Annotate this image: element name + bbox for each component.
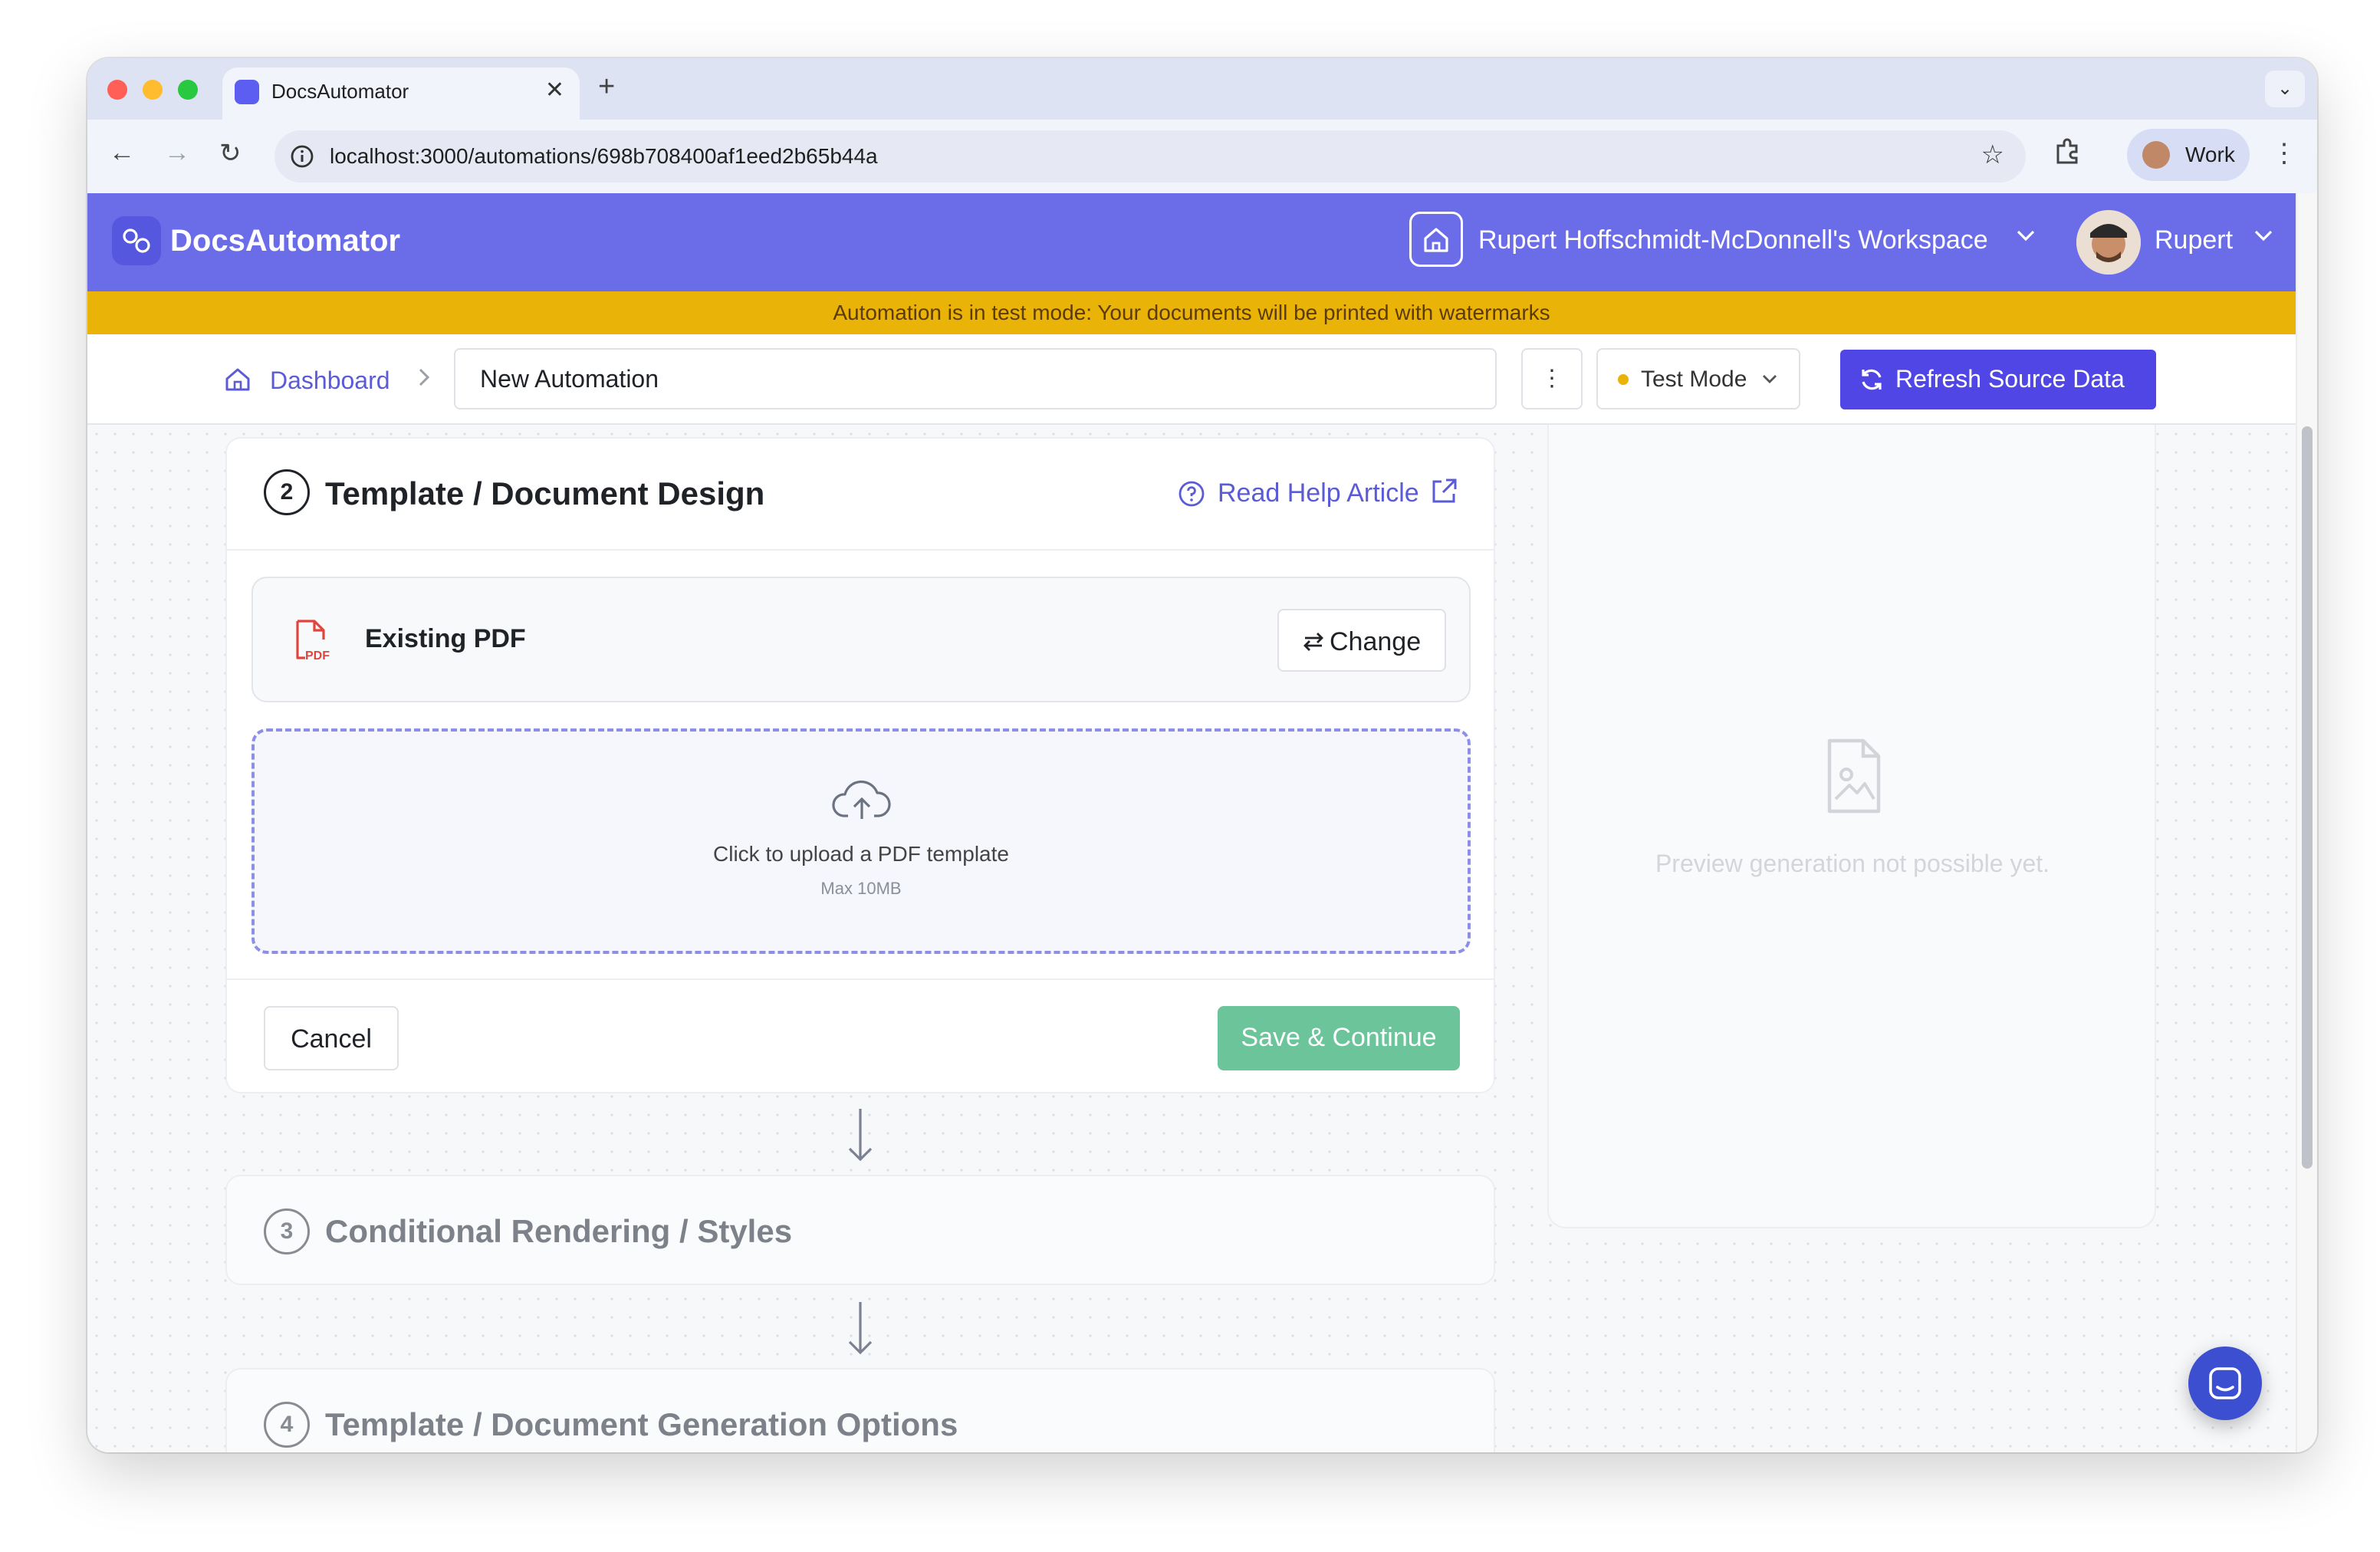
browser-tab[interactable]: DocsAutomator ✕ xyxy=(222,67,580,120)
save-label: Save & Continue xyxy=(1241,1023,1437,1052)
tab-search-icon[interactable]: ⌄ xyxy=(2265,71,2305,107)
chevron-right-icon xyxy=(419,368,430,386)
minimize-window-button[interactable] xyxy=(143,80,163,100)
step-card-conditional-rendering[interactable]: 3 Conditional Rendering / Styles xyxy=(225,1175,1495,1285)
back-icon[interactable]: ← xyxy=(109,138,135,168)
status-dot xyxy=(1618,374,1629,385)
url-text: localhost:3000/automations/698b708400af1… xyxy=(330,144,878,168)
refresh-label: Refresh Source Data xyxy=(1895,365,2125,393)
read-help-article-link[interactable]: Read Help Article xyxy=(1178,477,1461,511)
profile-avatar xyxy=(2142,141,2170,169)
scrollbar-thumb[interactable] xyxy=(2302,426,2313,1169)
step-card-generation-options[interactable]: 4 Template / Document Generation Options xyxy=(225,1368,1495,1452)
workspace-selector[interactable]: Rupert Hoffschmidt-McDonnell's Workspace xyxy=(1478,225,1988,255)
new-tab-icon[interactable]: + xyxy=(598,71,615,104)
close-window-button[interactable] xyxy=(107,80,127,100)
step-number: 4 xyxy=(264,1402,310,1448)
user-avatar[interactable] xyxy=(2076,210,2141,275)
workspace-home-icon[interactable] xyxy=(1409,212,1463,267)
step-title: Template / Document Generation Options xyxy=(325,1406,958,1442)
forward-icon[interactable]: → xyxy=(164,138,190,168)
chat-launcher-button[interactable] xyxy=(2188,1346,2262,1420)
step-number: 2 xyxy=(264,469,310,515)
step-number: 3 xyxy=(264,1208,310,1254)
refresh-source-data-button[interactable]: Refresh Source Data xyxy=(1840,350,2156,409)
more-vertical-icon: ⋮ xyxy=(1540,366,1563,391)
upload-instruction: Click to upload a PDF template xyxy=(713,842,1009,866)
preview-empty-message: Preview generation not possible yet. xyxy=(1655,850,2050,877)
more-options-button[interactable]: ⋮ xyxy=(1521,348,1583,409)
chevron-down-icon xyxy=(1763,375,1777,383)
tab-strip: DocsAutomator ✕ + ⌄ xyxy=(87,58,2317,120)
arrow-down-icon xyxy=(848,1109,873,1162)
divider xyxy=(227,549,1494,551)
home-icon[interactable] xyxy=(224,365,251,393)
pdf-upload-dropzone[interactable]: Click to upload a PDF template Max 10MB xyxy=(251,728,1471,954)
close-tab-icon[interactable]: ✕ xyxy=(545,77,564,104)
breadcrumb-dashboard[interactable]: Dashboard xyxy=(270,367,390,395)
swap-icon xyxy=(1303,633,1323,651)
tab-title: DocsAutomator xyxy=(271,80,409,103)
image-file-icon xyxy=(1827,738,1881,814)
refresh-icon xyxy=(1862,369,1882,390)
chevron-down-icon[interactable] xyxy=(2015,224,2036,245)
save-continue-button[interactable]: Save & Continue xyxy=(1218,1006,1460,1070)
chevron-down-icon[interactable] xyxy=(2253,224,2274,245)
bookmark-star-icon[interactable]: ☆ xyxy=(1981,140,2004,170)
cloud-upload-icon xyxy=(832,780,891,819)
help-circle-icon xyxy=(1178,481,1205,507)
browser-toolbar: ← → ↻ localhost:3000/automations/698b708… xyxy=(87,120,2317,193)
action-bar: Dashboard ⋮ Test Mode xyxy=(87,334,2296,425)
arrow-down-icon xyxy=(848,1302,873,1355)
banner-text: Automation is in test mode: Your documen… xyxy=(833,301,1550,324)
reload-icon[interactable]: ↻ xyxy=(219,138,242,169)
browser-window: DocsAutomator ✕ + ⌄ ← → ↻ localhost:3000… xyxy=(87,58,2317,1452)
help-label: Read Help Article xyxy=(1218,478,1419,508)
pdf-file-icon: PDF xyxy=(296,620,330,663)
cancel-label: Cancel xyxy=(291,1024,372,1054)
change-template-button[interactable]: Change xyxy=(1277,609,1446,672)
mode-label: Test Mode xyxy=(1641,367,1747,392)
zoom-window-button[interactable] xyxy=(178,80,198,100)
profile-label: Work xyxy=(2185,143,2235,166)
automation-name-input[interactable] xyxy=(454,348,1497,409)
logo-icon xyxy=(112,216,161,265)
upload-limit: Max 10MB xyxy=(820,879,902,898)
extensions-icon[interactable] xyxy=(2053,136,2081,164)
chat-icon xyxy=(2209,1367,2241,1399)
site-info-icon[interactable] xyxy=(290,144,314,169)
svg-text:PDF: PDF xyxy=(305,649,330,663)
address-bar[interactable]: localhost:3000/automations/698b708400af1… xyxy=(274,130,2026,182)
change-label: Change xyxy=(1330,627,1422,656)
brand-name[interactable]: DocsAutomator xyxy=(170,224,400,258)
template-source: PDF Existing PDF Change xyxy=(251,577,1471,702)
app-header: DocsAutomator Rupert Hoffschmidt-McDonne… xyxy=(87,193,2296,291)
test-mode-banner: Automation is in test mode: Your documen… xyxy=(87,291,2296,334)
profile-button[interactable]: Work xyxy=(2127,129,2250,181)
favicon-icon xyxy=(235,80,259,104)
template-source-label: Existing PDF xyxy=(365,624,526,653)
browser-menu-icon[interactable]: ⋮ xyxy=(2271,138,2297,169)
step-card-template-design: 2 Template / Document Design Read Help A… xyxy=(225,437,1495,1093)
user-menu[interactable]: Rupert xyxy=(2155,225,2233,255)
step-title: Conditional Rendering / Styles xyxy=(325,1213,793,1249)
mode-dropdown[interactable]: Test Mode xyxy=(1596,348,1800,409)
cancel-button[interactable]: Cancel xyxy=(264,1006,399,1070)
step-title: Template / Document Design xyxy=(325,475,765,511)
external-link-icon xyxy=(1432,478,1457,503)
divider xyxy=(227,978,1494,980)
document-preview-panel: Preview generation not possible yet. xyxy=(1547,425,2156,1228)
